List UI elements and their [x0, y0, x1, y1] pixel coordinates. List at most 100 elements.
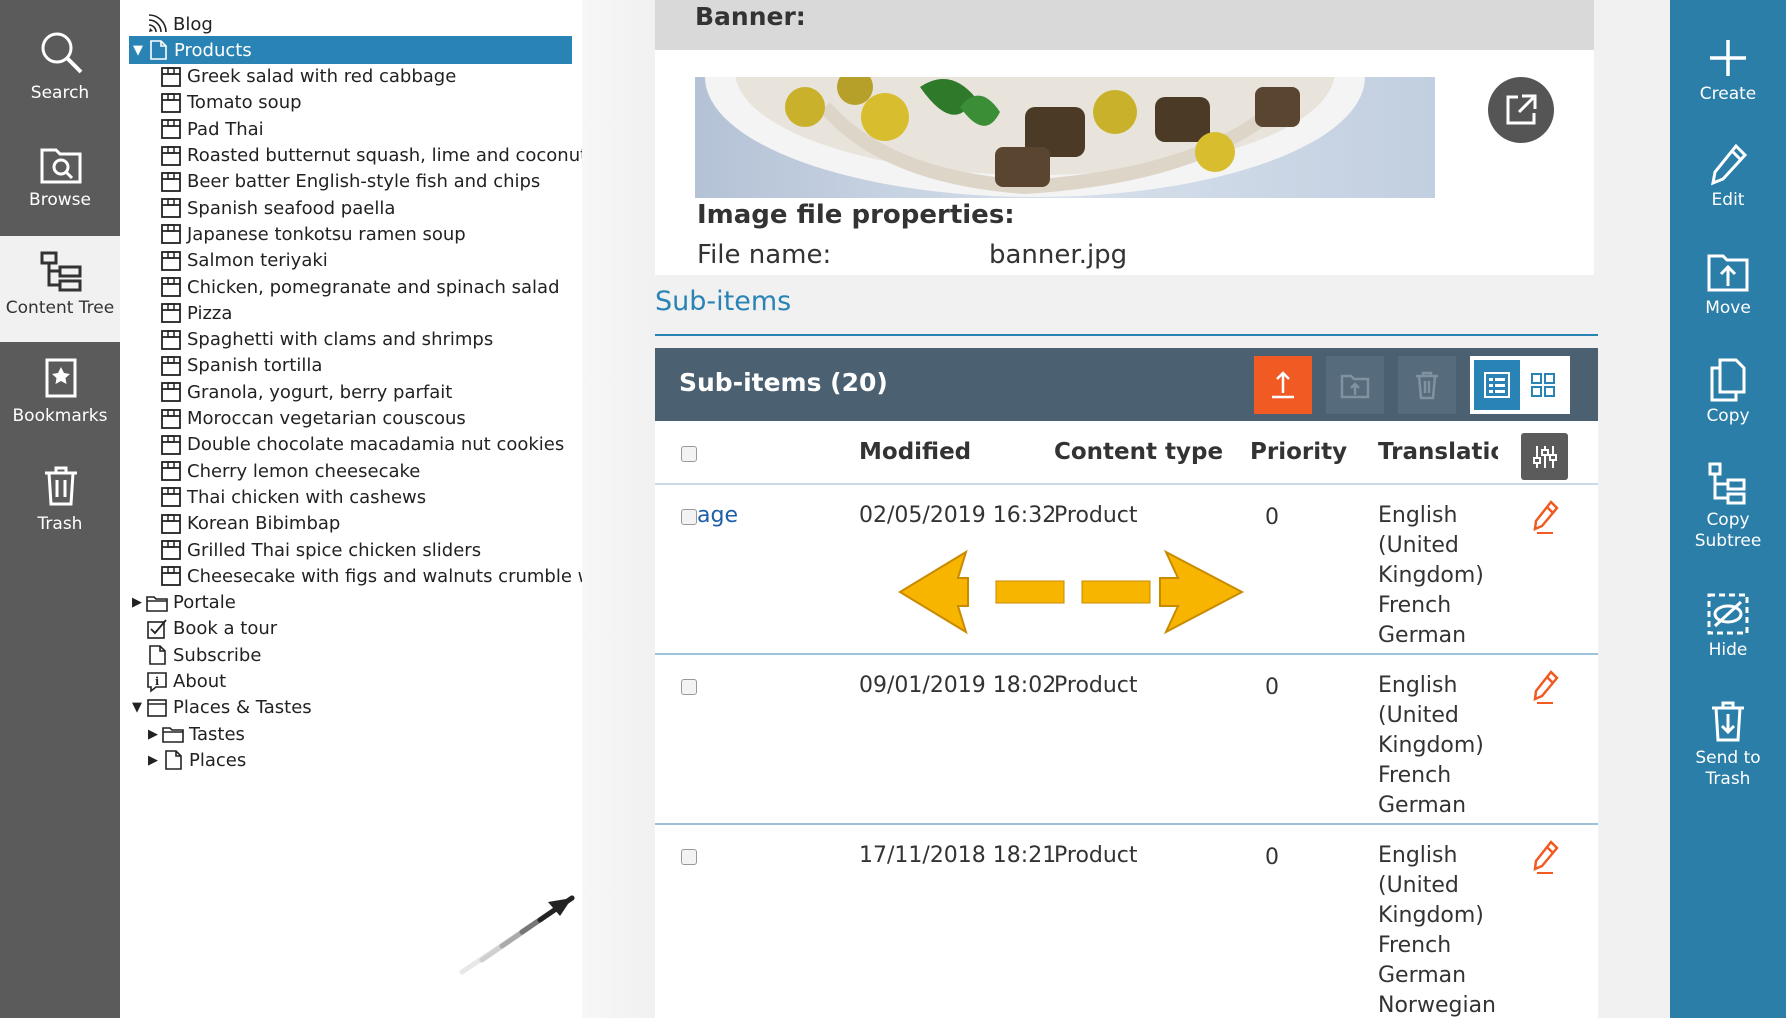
row-modified: 09/01/2019 18:02: [859, 673, 1057, 698]
row-translation: German: [1378, 623, 1467, 648]
nav-content-tree[interactable]: Content Tree: [0, 236, 120, 342]
collapse-arrow-icon[interactable]: ▼: [129, 43, 147, 58]
tree-item-label: About: [173, 671, 227, 692]
trash-icon: [45, 466, 77, 506]
table-row[interactable]: 09/01/2019 18:02 Product 0 English (United Ki…: [655, 655, 1598, 825]
action-copy[interactable]: Copy: [1670, 358, 1786, 448]
tree-item[interactable]: Spaghetti with clams and shrimps: [160, 326, 582, 354]
tree-divider: [582, 0, 654, 1018]
tree-item-label: Blog: [173, 13, 213, 35]
subitems-toolbar: Sub-items (20): [655, 348, 1598, 421]
tree-item[interactable]: Blog: [128, 10, 582, 38]
tree-item[interactable]: Korean Bibimbap: [160, 510, 582, 538]
action-create[interactable]: Create: [1670, 36, 1786, 126]
edit-pencil-icon[interactable]: [1533, 499, 1561, 535]
tree-item[interactable]: ▶ Portale: [128, 589, 582, 617]
tree-item[interactable]: Spanish tortilla: [160, 352, 582, 380]
info-icon: i: [146, 671, 168, 693]
tree-item[interactable]: Moroccan vegetarian couscous: [160, 405, 582, 433]
tree-item[interactable]: Chicken, pomegranate and spinach salad: [160, 273, 582, 301]
row-checkbox[interactable]: [681, 849, 697, 865]
pencil-icon: [1711, 143, 1748, 186]
column-content-type[interactable]: Content type: [1054, 439, 1223, 465]
table-row[interactable]: 17/11/2018 18:21 Product 0 English (United Ki…: [655, 825, 1598, 1018]
tree-item[interactable]: Greek salad with red cabbage: [160, 63, 582, 91]
tree-item[interactable]: ▼ Places & Tastes: [128, 694, 582, 722]
tree-item[interactable]: Subscribe: [128, 641, 582, 669]
move-items-button[interactable]: [1326, 356, 1384, 414]
action-label: Copy: [1706, 406, 1750, 426]
tree-item-label: Moroccan vegetarian couscous: [187, 408, 466, 429]
row-content-type: Product: [1054, 673, 1138, 698]
row-translation: English: [1378, 843, 1458, 868]
external-link-icon: [1506, 94, 1537, 125]
tree-item[interactable]: ▶ Tastes: [144, 720, 582, 748]
product-icon: [160, 329, 182, 351]
upload-button[interactable]: [1254, 356, 1312, 414]
nav-bookmarks[interactable]: Bookmarks: [0, 344, 120, 450]
tree-item[interactable]: Book a tour: [128, 615, 582, 643]
tree-item[interactable]: Pad Thai: [160, 115, 582, 143]
action-copy-subtree[interactable]: Copy Subtree: [1670, 462, 1786, 552]
tree-item[interactable]: Double chocolate macadamia nut cookies: [160, 431, 582, 459]
nav-trash[interactable]: Trash: [0, 452, 120, 558]
file-name-label: File name:: [697, 240, 832, 270]
action-edit[interactable]: Edit: [1670, 142, 1786, 232]
product-icon: [160, 513, 182, 535]
row-checkbox[interactable]: [681, 679, 697, 695]
expand-arrow-icon[interactable]: ▶: [144, 727, 162, 742]
column-modified[interactable]: Modified: [859, 439, 971, 465]
tree-item[interactable]: Salmon teriyaki: [160, 247, 582, 275]
action-hide[interactable]: Hide: [1670, 592, 1786, 682]
move-icon: [1707, 254, 1749, 292]
column-priority[interactable]: Priority: [1250, 439, 1347, 465]
tree-item[interactable]: Pizza: [160, 299, 582, 327]
tree-item-label: Book a tour: [173, 618, 278, 640]
edit-pencil-icon[interactable]: [1533, 839, 1561, 875]
row-name-link[interactable]: age: [697, 501, 738, 531]
product-icon: [160, 434, 182, 456]
tree-item-label: Places & Tastes: [173, 697, 312, 719]
tree-item[interactable]: ▼ Products: [129, 36, 572, 65]
row-translation: Kingdom): [1378, 733, 1484, 758]
column-settings-button[interactable]: [1521, 433, 1568, 480]
tree-item[interactable]: Thai chicken with cashews: [160, 483, 582, 511]
tree-item[interactable]: Roasted butternut squash, lime and cocon…: [160, 142, 582, 170]
nav-bookmarks-label: Bookmarks: [12, 406, 108, 426]
edit-pencil-icon[interactable]: [1533, 669, 1561, 705]
row-priority: 0: [1265, 675, 1279, 700]
tree-item[interactable]: Granola, yogurt, berry parfait: [160, 378, 582, 406]
collapse-arrow-icon[interactable]: ▼: [128, 700, 146, 715]
row-translation: English: [1378, 673, 1458, 698]
list-view-icon: [1484, 372, 1510, 398]
product-icon: [160, 197, 182, 219]
tree-item[interactable]: ▶ Places: [144, 746, 582, 774]
column-translations[interactable]: Translatioı: [1378, 439, 1498, 465]
list-view-button[interactable]: [1474, 360, 1520, 410]
tree-item[interactable]: i About: [128, 668, 582, 696]
tree-item[interactable]: Grilled Thai spice chicken sliders: [160, 536, 582, 564]
expand-arrow-icon[interactable]: ▶: [128, 595, 146, 610]
tree-item-label: Roasted butternut squash, lime and cocon…: [187, 145, 582, 166]
tree-item[interactable]: Cherry lemon cheesecake: [160, 457, 582, 485]
expand-arrow-icon[interactable]: ▶: [144, 753, 162, 768]
tree-item[interactable]: Beer batter English-style fish and chips: [160, 168, 582, 196]
row-checkbox[interactable]: [681, 509, 697, 525]
copy-subtree-icon: [1708, 462, 1746, 505]
open-image-button[interactable]: [1488, 77, 1554, 143]
tree-item[interactable]: Spanish seafood paella: [160, 194, 582, 222]
row-translation: Kingdom): [1378, 563, 1484, 588]
nav-search[interactable]: Search: [0, 0, 120, 106]
action-send-to-trash[interactable]: Send to Trash: [1670, 700, 1786, 790]
tree-item[interactable]: Tomato soup: [160, 89, 582, 117]
table-row[interactable]: age 02/05/2019 16:32 Product 0 English (Unite…: [655, 485, 1598, 655]
tree-item[interactable]: Japanese tonkotsu ramen soup: [160, 220, 582, 248]
grid-view-button[interactable]: [1520, 360, 1566, 410]
delete-items-button[interactable]: [1398, 356, 1456, 414]
nav-browse[interactable]: Browse: [0, 106, 120, 212]
action-move[interactable]: Move: [1670, 250, 1786, 340]
product-icon: [160, 250, 182, 272]
tree-item[interactable]: Cheesecake with figs and walnuts crumble…: [160, 562, 582, 590]
row-translation: Norwegian: [1378, 993, 1496, 1018]
select-all-checkbox[interactable]: [681, 446, 697, 462]
